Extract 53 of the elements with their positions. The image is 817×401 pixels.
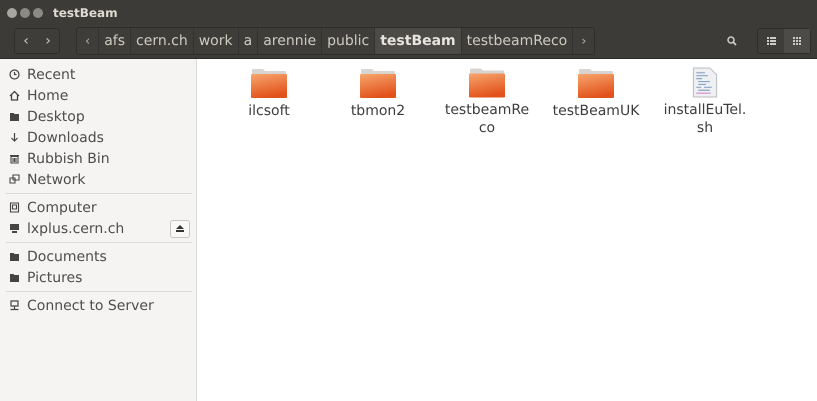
path-segment[interactable]: afs bbox=[98, 28, 130, 54]
sidebar-item[interactable]: Connect to Server bbox=[6, 295, 192, 316]
folder-icon bbox=[9, 251, 20, 262]
file-item[interactable]: installEuTel.sh bbox=[655, 67, 755, 137]
scroll-right-button[interactable]: › bbox=[572, 28, 594, 54]
clock-icon bbox=[9, 69, 20, 80]
sidebar-item[interactable]: Pictures bbox=[6, 267, 192, 288]
sidebar-item[interactable]: Recent bbox=[6, 64, 192, 85]
file-item[interactable]: tbmon2 bbox=[328, 67, 428, 137]
path-segment[interactable]: cern.ch bbox=[130, 28, 193, 54]
sidebar-item[interactable]: Desktop bbox=[6, 106, 192, 127]
scroll-left-button[interactable]: ‹ bbox=[77, 28, 98, 54]
home-icon bbox=[9, 90, 20, 101]
list-icon bbox=[766, 37, 776, 45]
path-segment[interactable]: work bbox=[192, 28, 238, 54]
close-button[interactable] bbox=[7, 8, 17, 18]
path-segment[interactable]: testbeamReco bbox=[460, 28, 572, 54]
maximize-button[interactable] bbox=[33, 8, 43, 18]
forward-button[interactable]: › bbox=[37, 29, 59, 53]
server-icon bbox=[9, 223, 20, 234]
minimize-button[interactable] bbox=[20, 8, 30, 18]
folder-icon bbox=[251, 67, 287, 99]
sidebar-item[interactable]: Computer bbox=[6, 197, 192, 218]
file-item[interactable]: testBeamUK bbox=[546, 67, 646, 137]
trash-icon bbox=[9, 153, 20, 164]
folder-icon bbox=[9, 111, 20, 122]
grid-view-button[interactable] bbox=[784, 29, 810, 53]
sidebar-item[interactable]: Documents bbox=[6, 246, 192, 267]
folder-icon bbox=[9, 272, 20, 283]
eject-icon bbox=[176, 225, 184, 232]
grid-icon bbox=[793, 37, 801, 45]
eject-button[interactable] bbox=[170, 220, 190, 238]
download-icon bbox=[9, 132, 20, 143]
sidebar-item[interactable]: Network bbox=[6, 169, 192, 190]
file-item[interactable]: testbeamReco bbox=[437, 67, 537, 137]
sidebar-item[interactable]: Rubbish Bin bbox=[6, 148, 192, 169]
back-button[interactable]: ‹ bbox=[15, 29, 37, 53]
sidebar-item[interactable]: Downloads bbox=[6, 127, 192, 148]
window-title: testBeam bbox=[53, 6, 118, 20]
connect-icon bbox=[9, 300, 20, 311]
network-icon bbox=[9, 174, 20, 185]
path-segment[interactable]: testBeam bbox=[374, 28, 461, 54]
document-icon bbox=[692, 67, 718, 98]
folder-icon bbox=[360, 67, 396, 99]
path-segment[interactable]: arennie bbox=[257, 28, 322, 54]
search-icon bbox=[727, 36, 737, 46]
path-segment[interactable]: a bbox=[238, 28, 258, 54]
folder-icon bbox=[578, 67, 614, 99]
sidebar-item[interactable]: Home bbox=[6, 85, 192, 106]
folder-icon bbox=[469, 67, 505, 98]
file-item[interactable]: ilcsoft bbox=[219, 67, 319, 137]
sidebar-item[interactable]: lxplus.cern.ch bbox=[6, 218, 192, 239]
drive-icon bbox=[9, 202, 20, 213]
